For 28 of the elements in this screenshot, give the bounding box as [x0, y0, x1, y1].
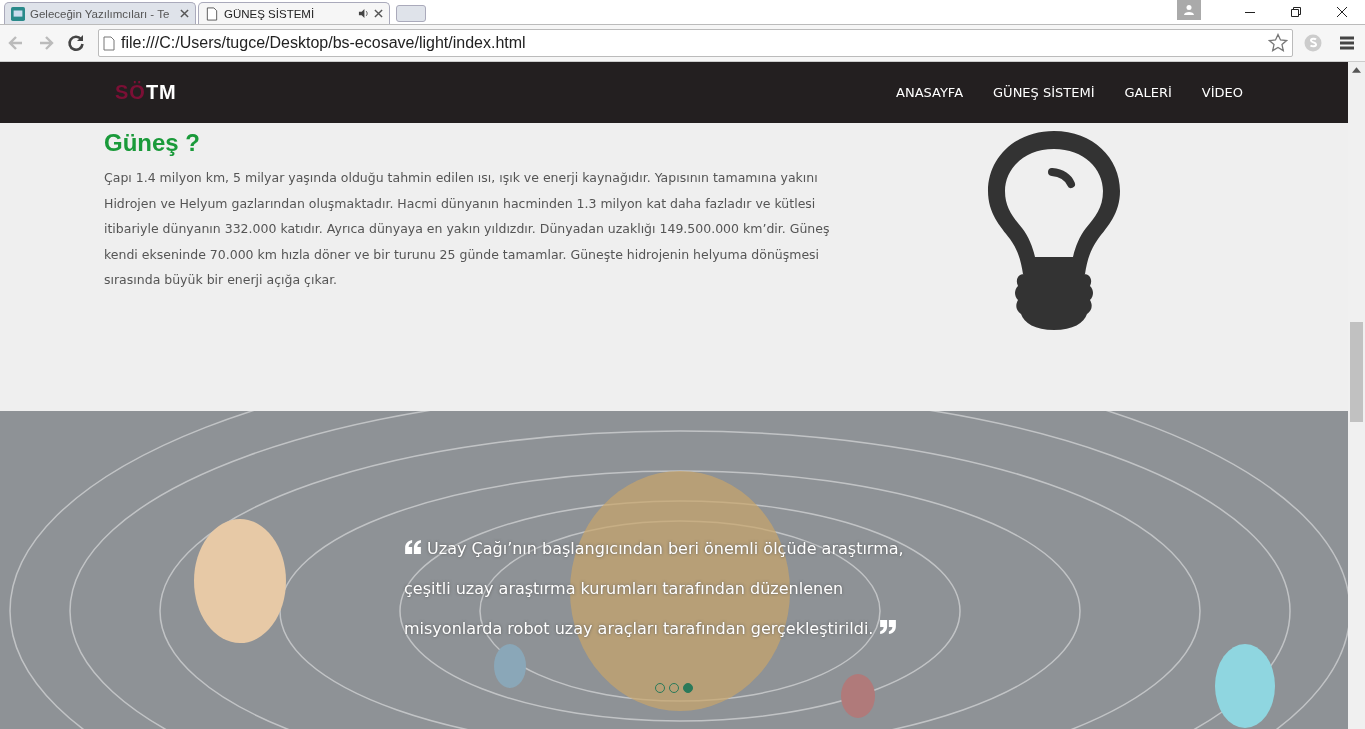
quote-text: Uzay Çağı’nın başlangıcından beri önemli ölçüde araştırma, çeşitli uzay araştırma kurumları tarafından düzenlenen misyonlarda robot uzay araçları tarafından gerçekleştirildi.: [404, 538, 905, 640]
scrollbar[interactable]: [1348, 62, 1365, 729]
restore-icon[interactable]: [1290, 6, 1302, 18]
scrollbar-thumb[interactable]: [1350, 322, 1363, 422]
address-bar[interactable]: file:///C:/Users/tugce/Desktop/bs-ecosave/light/index.html: [98, 29, 1293, 57]
close-icon[interactable]: [1336, 6, 1348, 18]
carousel-dot[interactable]: [683, 683, 693, 693]
nav-link[interactable]: GÜNEŞ SİSTEMİ: [993, 85, 1095, 100]
page-icon: [205, 6, 219, 21]
logo[interactable]: SÖTM: [115, 81, 177, 104]
star-icon[interactable]: [1268, 33, 1288, 53]
nav-link[interactable]: GALERİ: [1124, 85, 1172, 100]
page-icon: [103, 35, 115, 51]
speaker-icon[interactable]: [358, 8, 369, 19]
scroll-up-icon[interactable]: [1352, 67, 1361, 73]
person-icon: [1183, 4, 1195, 16]
section-paragraph: Çapı 1.4 milyon km, 5 milyar yaşında olduğu tahmin edilen ısı, ışık ve enerji kaynağıdır. Yapısının tamamına yakını Hidrojen ve Helyum gazlarından oluşmaktadır. Hacmi dünyanın hacminden 1.3 milyon kat daha fazladır ve kütlesi itibariyle dünyanın 332.000 katıdır. Ayrıca dünyaya en yakın yıldızdır. Dünyadan uzaklığı 149.500.000 km’dir. Güneş kendi ekseninde 70.000 km hızla döner ve bir turunu 25 günde tamamlar. Güneşte hidrojenin helyuma dönüşmesi sırasında büyük bir enerji açığa çıkar.: [104, 169, 831, 289]
nav-link[interactable]: ANASAYFA: [896, 85, 964, 100]
profile-button[interactable]: [1177, 0, 1201, 20]
app-icon: [11, 6, 25, 21]
open-quote-icon: [404, 540, 422, 554]
nav-link[interactable]: VİDEO: [1201, 85, 1243, 100]
browser-tab[interactable]: GÜNEŞ SİSTEMİ: [198, 2, 390, 24]
close-quote-icon: [878, 620, 897, 634]
close-icon[interactable]: [374, 9, 383, 18]
reload-icon[interactable]: [66, 33, 86, 53]
browser-tab[interactable]: Geleceğin Yazılımcıları - Te: [4, 2, 196, 24]
section-title: Güneş ?: [104, 129, 201, 157]
